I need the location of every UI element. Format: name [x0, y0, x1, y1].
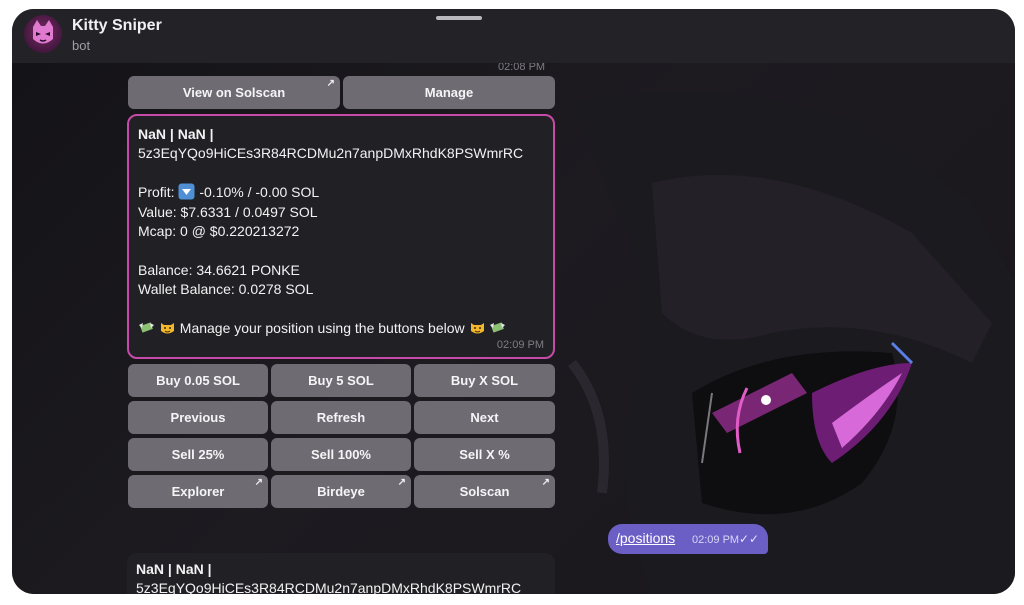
profit-line: Profit: -0.10% / -0.00 SOL: [138, 183, 544, 202]
value-line: Value: $7.6331 / 0.0497 SOL: [138, 203, 318, 220]
cat-face-icon: [469, 319, 486, 336]
chat-subtitle: bot: [72, 38, 91, 53]
message-area[interactable]: 02:08 PM View on Solscan ↗ Manage NaN | …: [12, 63, 1015, 594]
buy-0-05-sol-button[interactable]: Buy 0.05 SOL: [128, 364, 268, 397]
down-arrow-box-icon: [178, 183, 195, 200]
solscan-button[interactable]: Solscan ↗: [414, 475, 555, 508]
partial-timestamp: 02:08 PM: [498, 63, 546, 73]
chat-header: Kitty Sniper bot: [12, 9, 1015, 63]
manage-button[interactable]: Manage: [343, 76, 555, 109]
next-button[interactable]: Next: [414, 401, 555, 434]
button-label: Next: [470, 410, 499, 425]
token-name-line: NaN | NaN |: [138, 126, 214, 142]
profit-label: Profit:: [138, 184, 175, 201]
button-label: Solscan: [459, 484, 510, 499]
drag-handle[interactable]: [436, 16, 482, 20]
buy-x-sol-button[interactable]: Buy X SOL: [414, 364, 555, 397]
button-label: Explorer: [171, 484, 225, 499]
sell-x-percent-button[interactable]: Sell X %: [414, 438, 555, 471]
manage-hint-text: Manage your position using the buttons b…: [179, 320, 465, 337]
position-message-partial: NaN | NaN | 5z3EqYQo9HiCEs3R84RCDMu2n7an…: [127, 553, 555, 594]
telegram-window: Kitty Sniper bot 02:08 PM View on Solsca…: [12, 9, 1015, 594]
button-label: Previous: [170, 410, 226, 425]
mcap-line: Mcap: 0 @ $0.220213272: [138, 223, 300, 240]
chat-title: Kitty Sniper: [72, 17, 162, 34]
previous-button[interactable]: Previous: [128, 401, 268, 434]
button-label: Manage: [424, 85, 474, 100]
balance-line: Balance: 34.6621 PONKE: [138, 261, 300, 278]
button-label: Refresh: [316, 410, 366, 425]
button-label: View on Solscan: [182, 85, 286, 100]
message-time: 02:09 PM: [692, 534, 740, 546]
refresh-button[interactable]: Refresh: [271, 401, 411, 434]
cat-face-icon: [159, 319, 176, 336]
button-label: Buy X SOL: [450, 373, 519, 388]
token-name-line: NaN | NaN |: [136, 561, 212, 577]
sell-100-button[interactable]: Sell 100%: [271, 438, 411, 471]
position-message: NaN | NaN | 5z3EqYQo9HiCEs3R84RCDMu2n7an…: [127, 114, 555, 359]
message-time: 02:09 PM: [496, 338, 544, 351]
button-label: Buy 0.05 SOL: [156, 373, 240, 388]
token-address[interactable]: 5z3EqYQo9HiCEs3R84RCDMu2n7anpDMxRhdK8PSW…: [136, 579, 546, 594]
explorer-button[interactable]: Explorer ↗: [128, 475, 268, 508]
buy-5-sol-button[interactable]: Buy 5 SOL: [271, 364, 411, 397]
external-link-icon: ↗: [254, 477, 263, 488]
outgoing-message: /positions 02:09 PM ✓✓: [608, 524, 768, 554]
birdeye-button[interactable]: Birdeye ↗: [271, 475, 411, 508]
double-check-icon: ✓✓: [739, 532, 760, 546]
money-wings-icon: [138, 319, 155, 336]
external-link-icon: ↗: [397, 477, 406, 488]
external-link-icon: ↗: [541, 477, 550, 488]
button-label: Sell X %: [459, 447, 510, 462]
money-wings-icon: [489, 319, 506, 336]
button-label: Birdeye: [317, 484, 365, 499]
wallet-balance-line: Wallet Balance: 0.0278 SOL: [138, 281, 314, 298]
view-on-solscan-button[interactable]: View on Solscan ↗: [128, 76, 340, 109]
button-label: Sell 25%: [171, 447, 225, 462]
sell-25-button[interactable]: Sell 25%: [128, 438, 268, 471]
button-label: Buy 5 SOL: [308, 373, 374, 388]
profit-value: -0.10% / -0.00 SOL: [199, 184, 320, 201]
bot-avatar[interactable]: [24, 15, 62, 53]
positions-command-link[interactable]: /positions: [616, 530, 675, 546]
button-label: Sell 100%: [311, 447, 371, 462]
manage-hint-line: Manage your position using the buttons b…: [138, 319, 544, 338]
token-address[interactable]: 5z3EqYQo9HiCEs3R84RCDMu2n7anpDMxRhdK8PSW…: [138, 144, 544, 163]
external-link-icon: ↗: [326, 78, 335, 89]
